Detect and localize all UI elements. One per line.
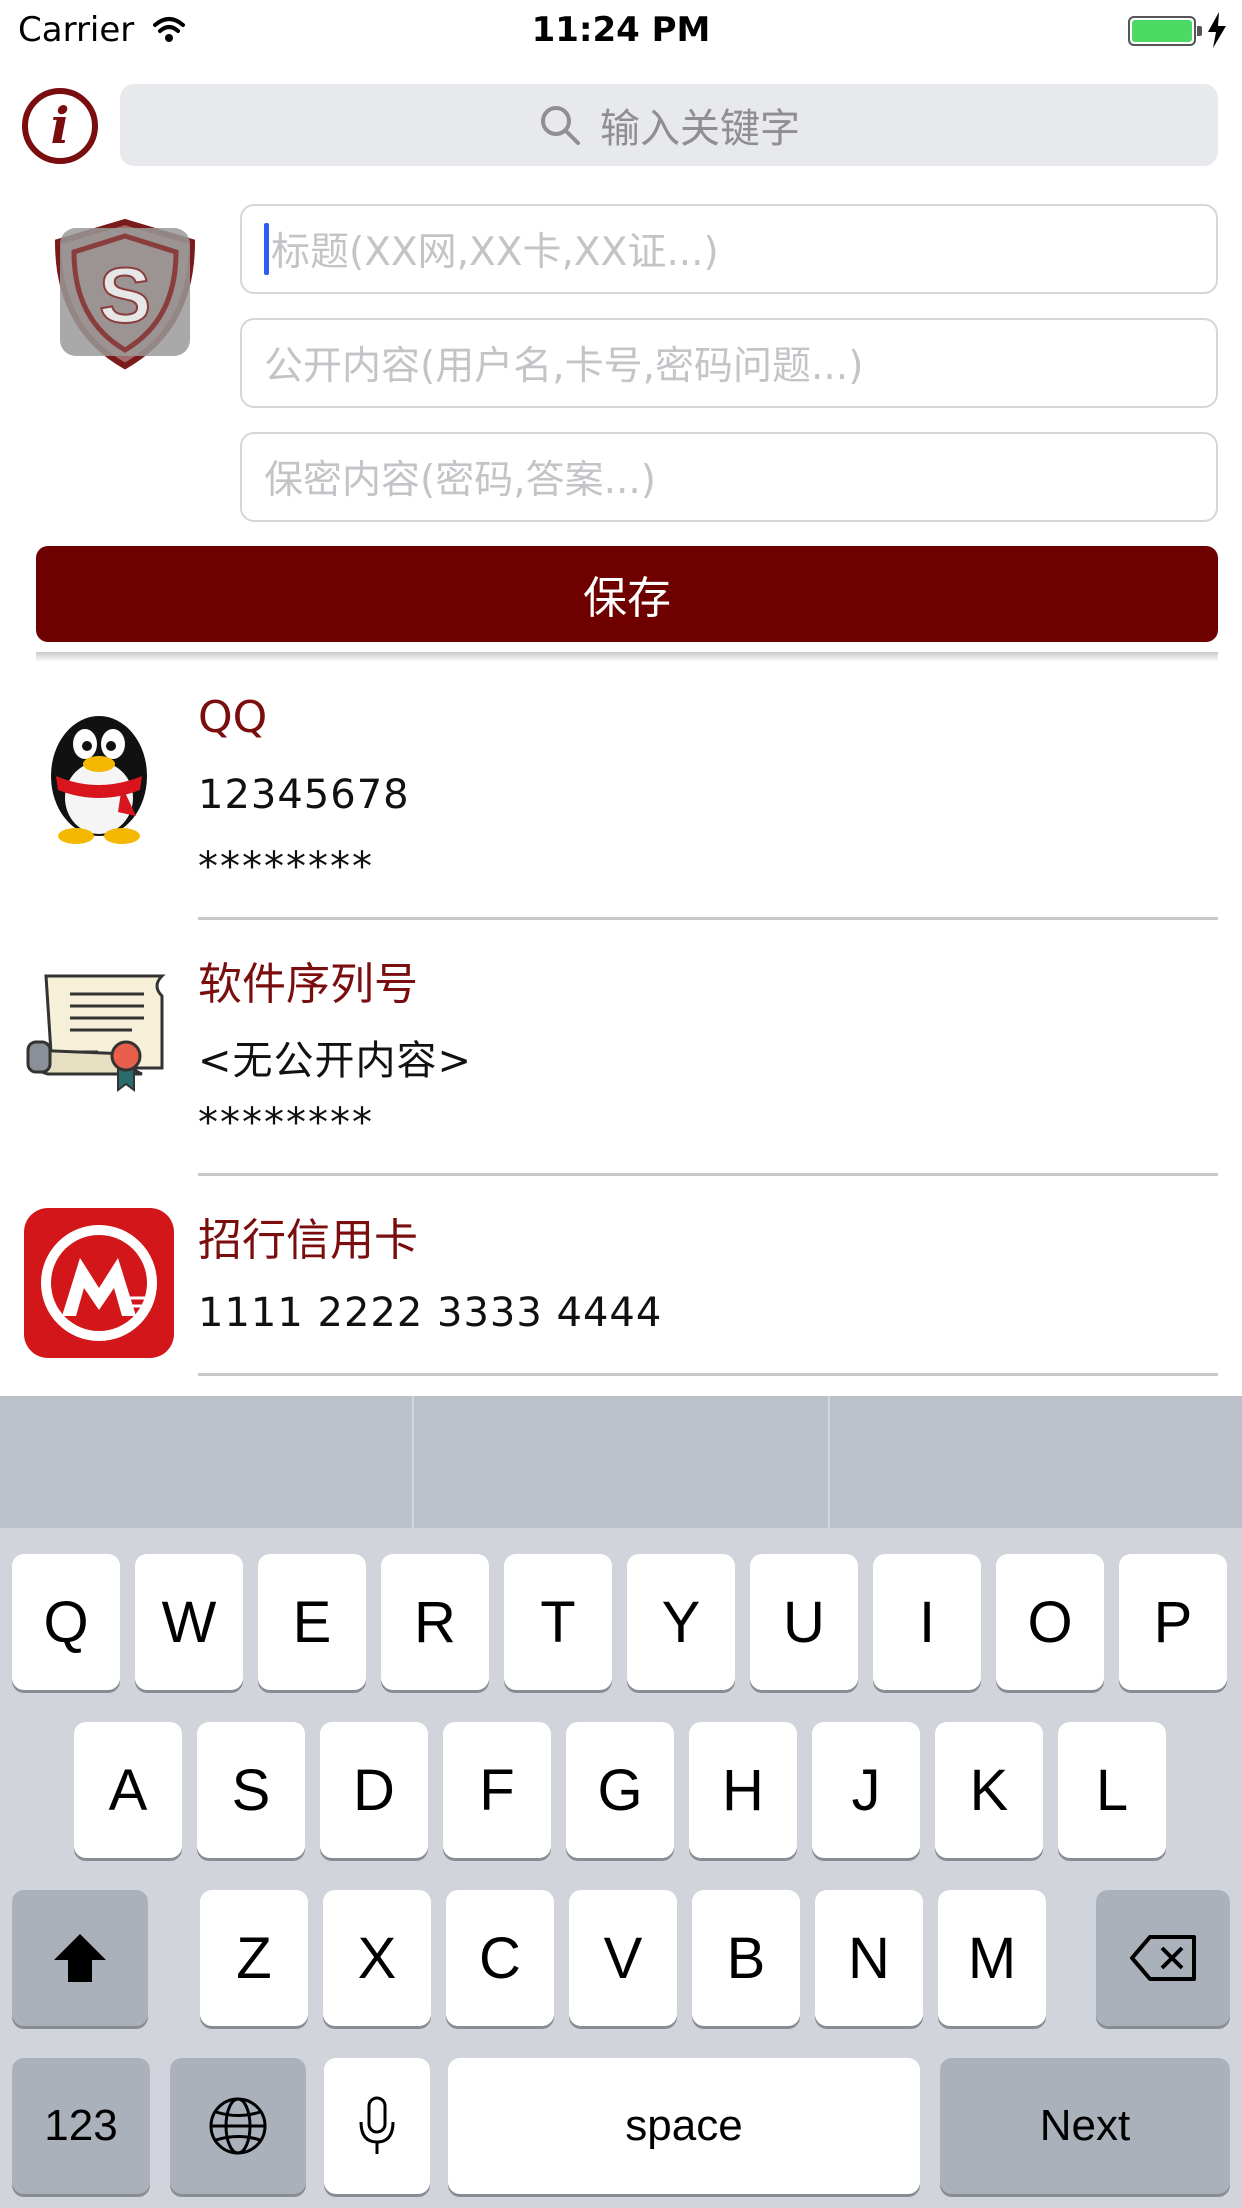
bank-logo-icon bbox=[24, 1208, 174, 1358]
search-placeholder: 输入关键字 bbox=[600, 106, 800, 152]
numbers-key[interactable]: 123 bbox=[12, 2058, 150, 2194]
globe-key[interactable] bbox=[170, 2058, 306, 2194]
key-w[interactable]: W bbox=[135, 1554, 243, 1690]
item-title: 软件序列号 bbox=[198, 959, 418, 1010]
item-separator bbox=[198, 1373, 1218, 1376]
key-i[interactable]: I bbox=[873, 1554, 981, 1690]
public-content-field[interactable]: 公开内容(用户名,卡号,密码问题...) bbox=[240, 318, 1218, 408]
key-r[interactable]: R bbox=[381, 1554, 489, 1690]
search-icon bbox=[541, 106, 580, 145]
list-item[interactable]: 软件序列号 <无公开内容> ******** bbox=[0, 920, 1242, 1176]
space-key[interactable]: space bbox=[448, 2058, 920, 2194]
item-title: QQ bbox=[198, 692, 268, 743]
title-field-placeholder: 标题(XX网,XX卡,XX证...) bbox=[271, 230, 719, 275]
key-p[interactable]: P bbox=[1119, 1554, 1227, 1690]
item-secret-content: ******** bbox=[198, 844, 374, 890]
key-v[interactable]: V bbox=[569, 1890, 677, 2026]
clock: 11:24 PM bbox=[531, 10, 711, 50]
item-public-content: <无公开内容> bbox=[198, 1038, 473, 1084]
key-z[interactable]: Z bbox=[200, 1890, 308, 2026]
status-bar: Carrier 11:24 PM bbox=[0, 0, 1242, 62]
text-cursor bbox=[264, 223, 269, 275]
key-m[interactable]: M bbox=[938, 1890, 1046, 2026]
key-x[interactable]: X bbox=[323, 1890, 431, 2026]
item-secret-content: ******** bbox=[198, 1100, 374, 1146]
title-field[interactable]: 标题(XX网,XX卡,XX证...) bbox=[240, 204, 1218, 294]
key-t[interactable]: T bbox=[504, 1554, 612, 1690]
form-divider bbox=[36, 652, 1218, 662]
item-public-content: 12345678 bbox=[198, 772, 410, 818]
key-b[interactable]: B bbox=[692, 1890, 800, 2026]
public-content-placeholder: 公开内容(用户名,卡号,密码问题...) bbox=[264, 344, 864, 389]
penguin-icon bbox=[51, 716, 147, 844]
key-o[interactable]: O bbox=[996, 1554, 1104, 1690]
key-n[interactable]: N bbox=[815, 1890, 923, 2026]
info-icon: i bbox=[50, 96, 70, 155]
backspace-icon bbox=[1130, 1935, 1196, 1981]
key-q[interactable]: Q bbox=[12, 1554, 120, 1690]
key-g[interactable]: G bbox=[566, 1722, 674, 1858]
key-u[interactable]: U bbox=[750, 1554, 858, 1690]
certificate-scroll-icon bbox=[26, 974, 166, 1092]
shift-key[interactable] bbox=[12, 1890, 148, 2026]
list-item[interactable]: QQ 12345678 ******** bbox=[0, 664, 1242, 920]
next-key[interactable]: Next bbox=[940, 2058, 1230, 2194]
delete-key[interactable] bbox=[1096, 1890, 1230, 2026]
key-a[interactable]: A bbox=[74, 1722, 182, 1858]
list-item[interactable]: 招行信用卡 1111 2222 3333 4444 bbox=[0, 1176, 1242, 1376]
microphone-icon bbox=[359, 2096, 395, 2154]
save-button[interactable]: 保存 bbox=[36, 546, 1218, 642]
secret-content-field[interactable]: 保密内容(密码,答案...) bbox=[240, 432, 1218, 522]
key-l[interactable]: L bbox=[1058, 1722, 1166, 1858]
shift-icon bbox=[54, 1934, 106, 1982]
prediction-bar[interactable] bbox=[0, 1396, 1242, 1528]
key-h[interactable]: H bbox=[689, 1722, 797, 1858]
item-public-content: 1111 2222 3333 4444 bbox=[198, 1290, 663, 1336]
dictation-key[interactable] bbox=[324, 2058, 430, 2194]
key-e[interactable]: E bbox=[258, 1554, 366, 1690]
key-c[interactable]: C bbox=[446, 1890, 554, 2026]
key-f[interactable]: F bbox=[443, 1722, 551, 1858]
key-j[interactable]: J bbox=[812, 1722, 920, 1858]
item-title: 招行信用卡 bbox=[198, 1215, 418, 1266]
secret-content-placeholder: 保密内容(密码,答案...) bbox=[264, 458, 657, 503]
app-shield-logo-icon: S bbox=[54, 218, 196, 370]
svg-text:S: S bbox=[99, 251, 151, 339]
search-input[interactable]: 输入关键字 bbox=[120, 84, 1218, 166]
battery-icon bbox=[1128, 16, 1202, 46]
globe-icon bbox=[209, 2097, 267, 2155]
charging-bolt-icon bbox=[1208, 12, 1226, 48]
key-y[interactable]: Y bbox=[627, 1554, 735, 1690]
key-d[interactable]: D bbox=[320, 1722, 428, 1858]
key-k[interactable]: K bbox=[935, 1722, 1043, 1858]
info-button[interactable]: i bbox=[22, 88, 98, 164]
key-s[interactable]: S bbox=[197, 1722, 305, 1858]
keyboard: 123 space Next QWERTYUIOP ASDFGHJKL ZXCVBN… bbox=[0, 1396, 1242, 2208]
